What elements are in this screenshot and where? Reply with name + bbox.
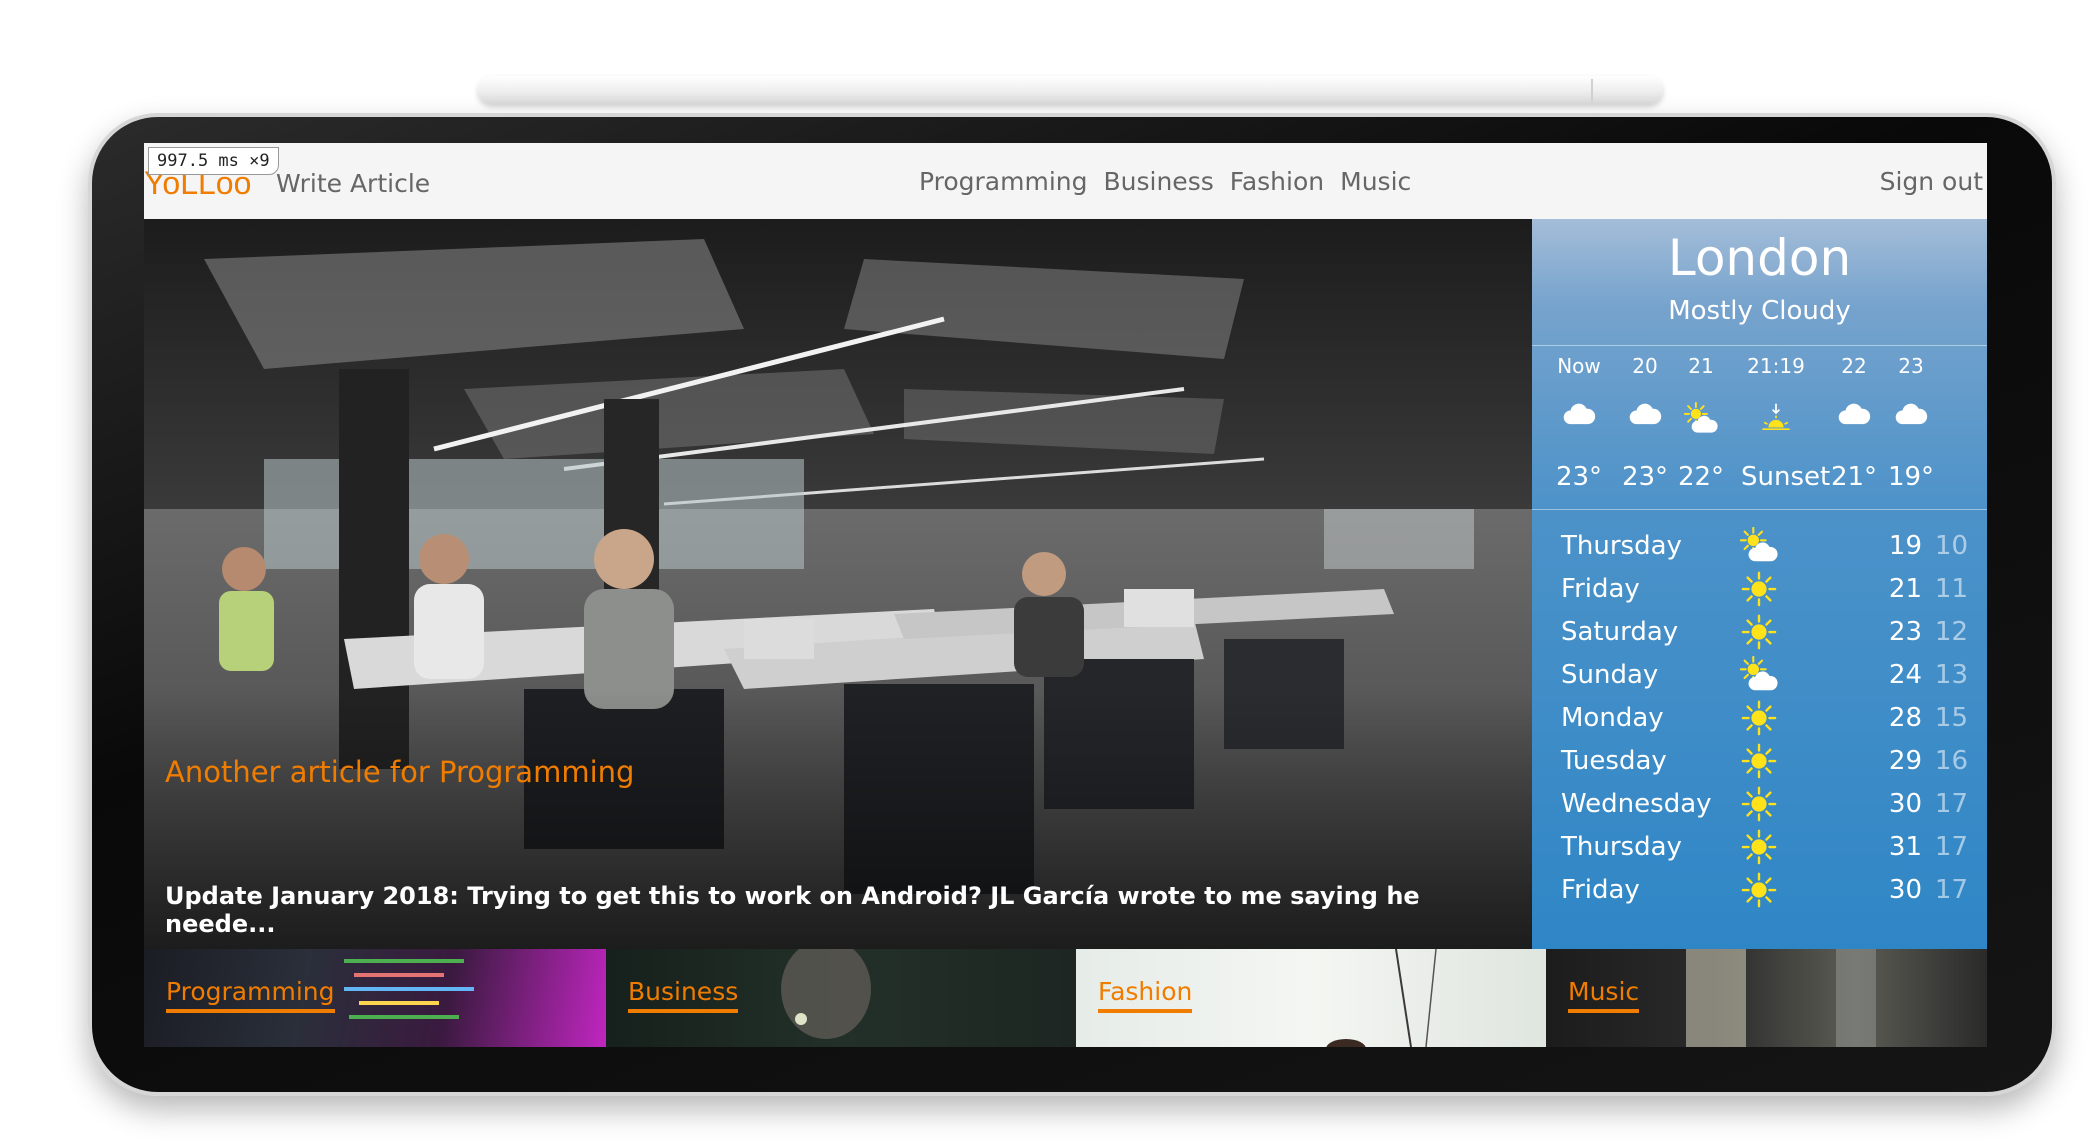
daily-row: Thursday 31 17 — [1532, 826, 1987, 874]
sunset-icon — [1741, 402, 1811, 442]
day-low-temp: 10 — [1934, 531, 1968, 561]
daily-row: Friday 21 11 — [1532, 568, 1987, 616]
partly-sunny-icon — [1739, 655, 1780, 696]
featured-article[interactable]: Another article for Programming Update J… — [144, 219, 1532, 949]
hour-label: Now — [1557, 354, 1601, 378]
nav-link-programming[interactable]: Programming — [919, 167, 1088, 196]
nav-link-music[interactable]: Music — [1340, 167, 1411, 196]
tile-label-business[interactable]: Business — [628, 977, 739, 1013]
top-navbar: YoLLoo Write Article Programming Busines… — [144, 143, 1987, 219]
hour-temp: 19° — [1887, 462, 1935, 492]
weather-widget: London Mostly Cloudy Now 23° 20 23° 21 22° 21:… — [1532, 219, 1987, 949]
day-high-temp: 21 — [1888, 574, 1922, 604]
tile-label-music[interactable]: Music — [1568, 977, 1640, 1013]
day-name: Thursday — [1561, 832, 1682, 862]
day-low-temp: 17 — [1934, 789, 1968, 819]
office-photo — [144, 219, 1532, 949]
category-tiles: Programming Business Fashion Music — [144, 949, 1987, 1047]
category-nav: Programming Business Fashion Music — [919, 167, 1411, 196]
day-high-temp: 24 — [1888, 660, 1922, 690]
sun-icon — [1740, 785, 1780, 825]
hour-label: 21 — [1688, 354, 1714, 378]
sun-icon — [1740, 570, 1780, 610]
article-title[interactable]: Another article for Programming — [165, 755, 634, 789]
nav-link-business[interactable]: Business — [1104, 167, 1214, 196]
day-name: Wednesday — [1561, 789, 1712, 819]
hour-temp: Sunset — [1741, 462, 1831, 492]
article-excerpt: Update January 2018: Trying to get this … — [165, 882, 1420, 938]
cloud-icon — [1544, 402, 1614, 442]
divider — [1532, 345, 1987, 346]
day-low-temp: 17 — [1934, 875, 1968, 905]
hour-temp: 23° — [1555, 462, 1603, 492]
day-low-temp: 17 — [1934, 832, 1968, 862]
debug-timing-overlay: 997.5 ms ×9 — [148, 147, 279, 175]
day-name: Friday — [1561, 875, 1640, 905]
sun-icon — [1740, 699, 1780, 739]
day-low-temp: 16 — [1934, 746, 1968, 776]
day-high-temp: 30 — [1888, 875, 1922, 905]
tablet-screen: YoLLoo Write Article Programming Busines… — [144, 143, 1987, 1047]
tile-business[interactable]: Business — [606, 949, 1076, 1047]
daily-row: Friday 30 17 — [1532, 869, 1987, 917]
day-low-temp: 15 — [1934, 703, 1968, 733]
tile-label-fashion[interactable]: Fashion — [1098, 977, 1193, 1013]
sun-icon — [1740, 828, 1780, 868]
day-low-temp: 11 — [1934, 574, 1968, 604]
tile-fashion[interactable]: Fashion — [1076, 949, 1546, 1047]
daily-row: Wednesday 30 17 — [1532, 783, 1987, 831]
write-article-link[interactable]: Write Article — [276, 169, 430, 198]
nav-link-fashion[interactable]: Fashion — [1230, 167, 1324, 196]
tile-music[interactable]: Music — [1546, 949, 1987, 1047]
day-high-temp: 31 — [1888, 832, 1922, 862]
day-high-temp: 23 — [1888, 617, 1922, 647]
day-high-temp: 19 — [1888, 531, 1922, 561]
day-name: Tuesday — [1561, 746, 1667, 776]
cloud-icon — [1876, 402, 1946, 442]
day-high-temp: 30 — [1888, 789, 1922, 819]
day-high-temp: 29 — [1888, 746, 1922, 776]
sun-icon — [1740, 871, 1780, 911]
partly-sunny-icon — [1666, 401, 1736, 442]
tile-programming[interactable]: Programming — [144, 949, 606, 1047]
sun-icon — [1740, 742, 1780, 782]
daily-row: Sunday 24 13 — [1532, 654, 1987, 702]
day-high-temp: 28 — [1888, 703, 1922, 733]
sun-icon — [1740, 613, 1780, 653]
partly-sunny-icon — [1739, 526, 1780, 567]
tile-label-programming[interactable]: Programming — [166, 977, 335, 1013]
day-name: Thursday — [1561, 531, 1682, 561]
stylus-pencil — [478, 76, 1663, 104]
day-name: Friday — [1561, 574, 1640, 604]
daily-row: Saturday 23 12 — [1532, 611, 1987, 659]
sign-out-link[interactable]: Sign out — [1880, 167, 1983, 196]
hour-label: 23 — [1898, 354, 1924, 378]
hour-temp: 22° — [1677, 462, 1725, 492]
hour-label: 21:19 — [1747, 354, 1805, 378]
divider — [1532, 509, 1987, 510]
day-name: Monday — [1561, 703, 1664, 733]
daily-row: Tuesday 29 16 — [1532, 740, 1987, 788]
daily-row: Monday 28 15 — [1532, 697, 1987, 745]
weather-city: London — [1667, 229, 1852, 287]
day-name: Saturday — [1561, 617, 1679, 647]
day-name: Sunday — [1561, 660, 1659, 690]
day-low-temp: 13 — [1934, 660, 1968, 690]
day-low-temp: 12 — [1934, 617, 1968, 647]
daily-row: Thursday 19 10 — [1532, 525, 1987, 573]
weather-condition: Mostly Cloudy — [1668, 296, 1851, 326]
